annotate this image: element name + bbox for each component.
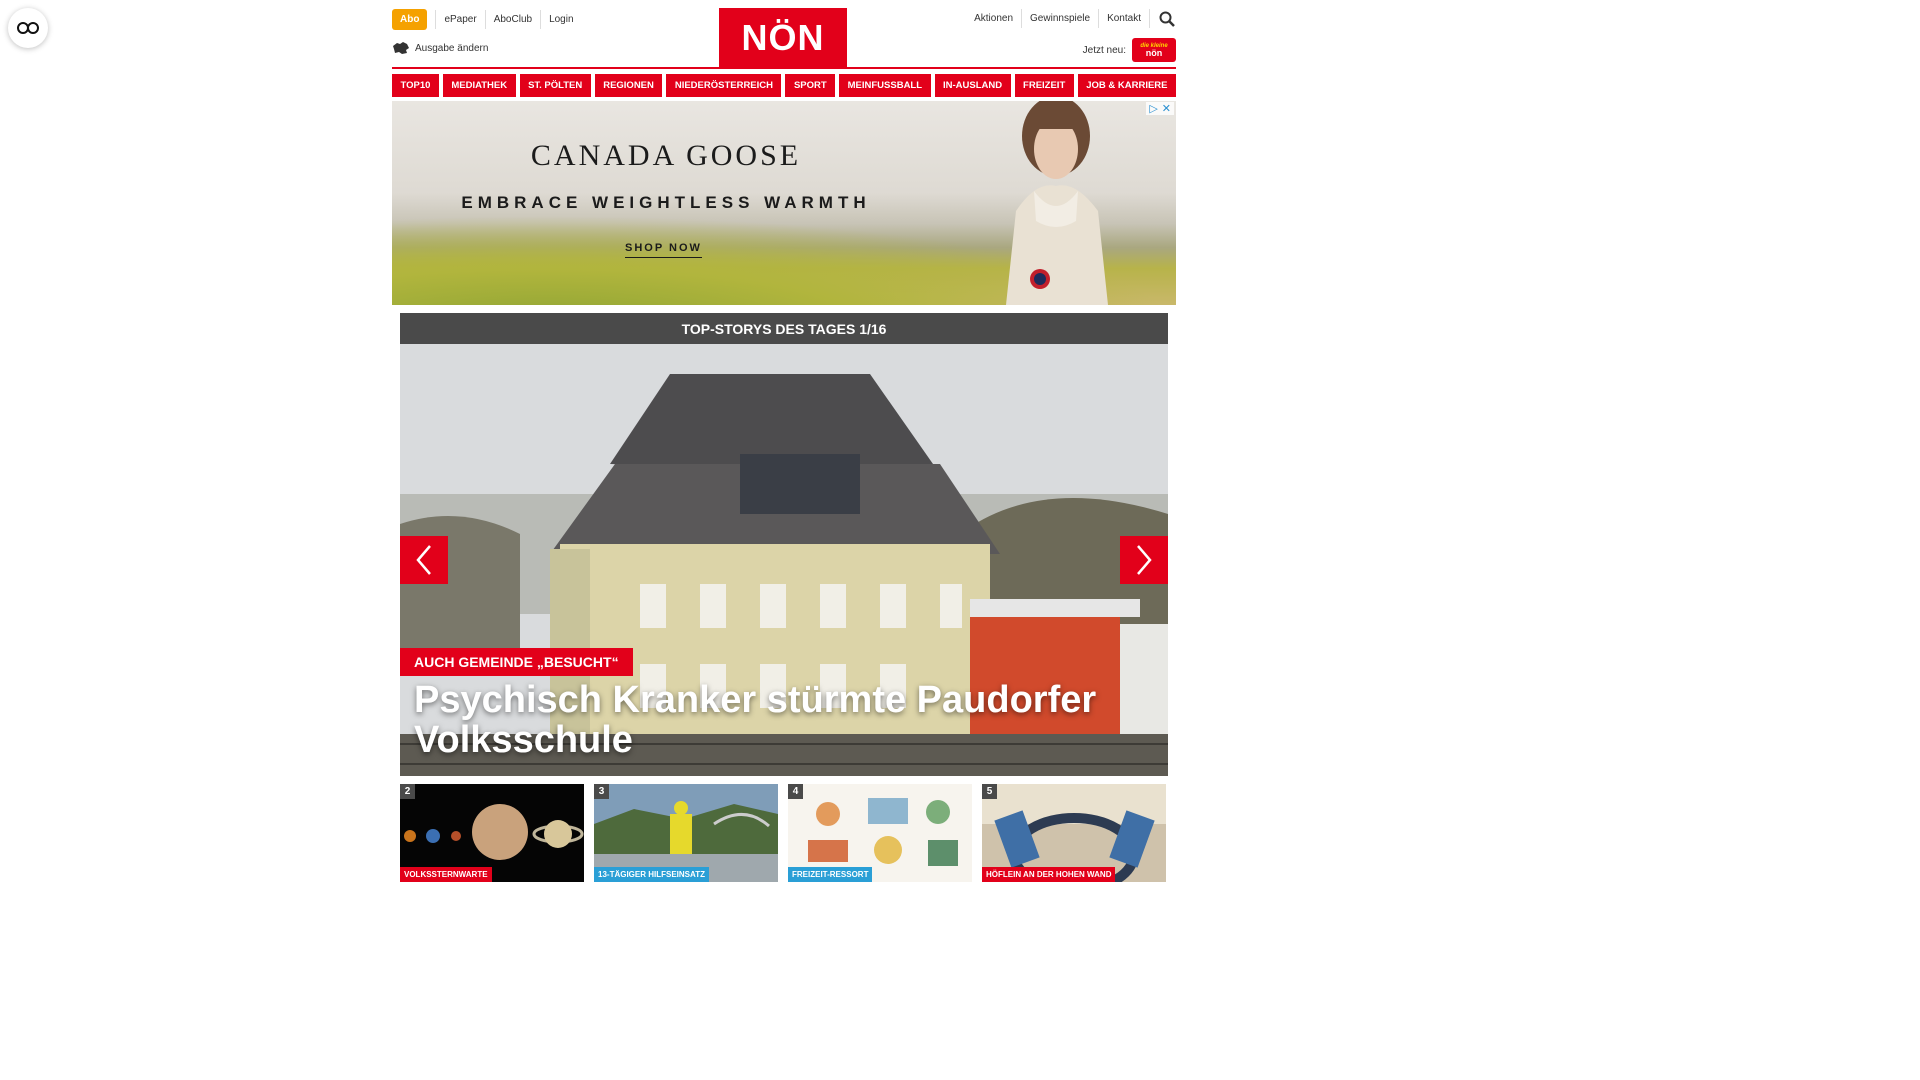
hero-kicker: AUCH GEMEINDE „BESUCHT“ [400, 648, 633, 676]
kleine-noen-logo[interactable]: die kleine nön [1132, 38, 1176, 62]
ad-tagline: EMBRACE WEIGHTLESS WARMTH [461, 193, 871, 212]
banner-ad[interactable]: CANADA GOOSE EMBRACE WEIGHTLESS WARMTH S… [392, 101, 1176, 305]
kleine-noen-promo: Jetzt neu: die kleine nön [1083, 38, 1176, 62]
header-divider [392, 67, 1176, 69]
ad-choices[interactable]: ▷ ✕ [1146, 102, 1174, 115]
teaser-tag: FREIZEIT-RESSORT [788, 867, 873, 882]
lower-austria-map-icon [393, 42, 409, 54]
hero-headline[interactable]: Psychisch Kranker stürmte Paudorfer Volk… [414, 680, 1154, 760]
kontakt-link[interactable]: Kontakt [1099, 9, 1150, 28]
teaser-card[interactable]: 3 13-TÄGIGER HILFSEINSATZ [594, 784, 778, 882]
top-stories-heading: TOP-STORYS DES TAGES 1/16 [400, 313, 1168, 344]
gewinnspiele-link[interactable]: Gewinnspiele [1022, 9, 1100, 28]
previous-story-button[interactable] [400, 536, 448, 584]
nav-item-st-poelten[interactable]: ST. PÖLTEN [519, 74, 591, 97]
ad-choices-icon[interactable]: ▷ [1149, 102, 1157, 115]
change-edition-link[interactable]: Ausgabe ändern [392, 41, 488, 55]
nav-item-job-karriere[interactable]: JOB & KARRIERE [1077, 74, 1176, 97]
next-story-button[interactable] [1120, 536, 1168, 584]
hero-story[interactable]: AUCH GEMEINDE „BESUCHT“ Psychisch Kranke… [400, 344, 1168, 776]
chevron-left-icon [416, 545, 431, 575]
nav-item-meinfussball[interactable]: MEINFUSSBALL [839, 74, 931, 97]
ad-brand: CANADA GOOSE [530, 139, 802, 172]
close-icon[interactable]: ✕ [1162, 102, 1171, 115]
teaser-number: 2 [400, 784, 415, 799]
abo-button[interactable]: Abo [392, 9, 428, 30]
teaser-number: 4 [788, 784, 803, 799]
jetzt-neu-label: Jetzt neu: [1082, 44, 1126, 56]
accessibility-toggle-button[interactable] [8, 8, 48, 48]
ad-model-image [1006, 101, 1108, 305]
aboclub-link[interactable]: AboClub [484, 10, 540, 29]
change-edition-label: Ausgabe ändern [415, 42, 489, 54]
nav-item-regionen[interactable]: REGIONEN [594, 74, 663, 97]
nav-item-niederoesterreich[interactable]: NIEDERÖSTERREICH [666, 74, 782, 97]
teaser-card[interactable]: 5 HÖFLEIN AN DER HOHEN WAND [982, 784, 1166, 882]
nav-item-mediathek[interactable]: MEDIATHEK [442, 74, 516, 97]
accessibility-icon [17, 22, 39, 34]
aktionen-link[interactable]: Aktionen [966, 9, 1023, 28]
site-logo[interactable]: NÖN [719, 8, 847, 68]
nav-item-top10[interactable]: TOP10 [392, 74, 439, 97]
search-button[interactable] [1158, 10, 1176, 28]
site-header: Abo ePaper AboClub Login Ausgabe ändern … [392, 0, 1176, 70]
nav-item-sport[interactable]: SPORT [785, 74, 836, 97]
main-navigation: TOP10 MEDIATHEK ST. PÖLTEN REGIONEN NIED… [392, 74, 1176, 97]
top-nav-right: Aktionen Gewinnspiele Kontakt [966, 9, 1176, 28]
teaser-card[interactable]: 2 VOLKSSTERNWARTE [400, 784, 584, 882]
epaper-link[interactable]: ePaper [435, 10, 484, 29]
teaser-number: 5 [982, 784, 997, 799]
login-link[interactable]: Login [540, 10, 581, 29]
teaser-number: 3 [594, 784, 609, 799]
top-nav-left: Abo ePaper AboClub Login [392, 9, 582, 30]
nav-item-in-ausland[interactable]: IN-AUSLAND [934, 74, 1011, 97]
page-container: Abo ePaper AboClub Login Ausgabe ändern … [392, 0, 1176, 882]
teaser-tag: VOLKSSTERNWARTE [400, 867, 492, 882]
nav-item-freizeit[interactable]: FREIZEIT [1014, 74, 1074, 97]
teaser-tag: 13-TÄGIGER HILFSEINSATZ [594, 867, 709, 882]
search-icon [1159, 11, 1175, 27]
teaser-card[interactable]: 4 FREIZEIT-RESSORT [788, 784, 972, 882]
teaser-tag: HÖFLEIN AN DER HOHEN WAND [982, 867, 1116, 882]
ad-shop-now-link[interactable]: SHOP NOW [625, 242, 702, 258]
story-teasers: 2 VOLKSSTERNWARTE 3 13-TÄGIGER HILFSEINS… [400, 784, 1168, 882]
chevron-right-icon [1137, 545, 1152, 575]
